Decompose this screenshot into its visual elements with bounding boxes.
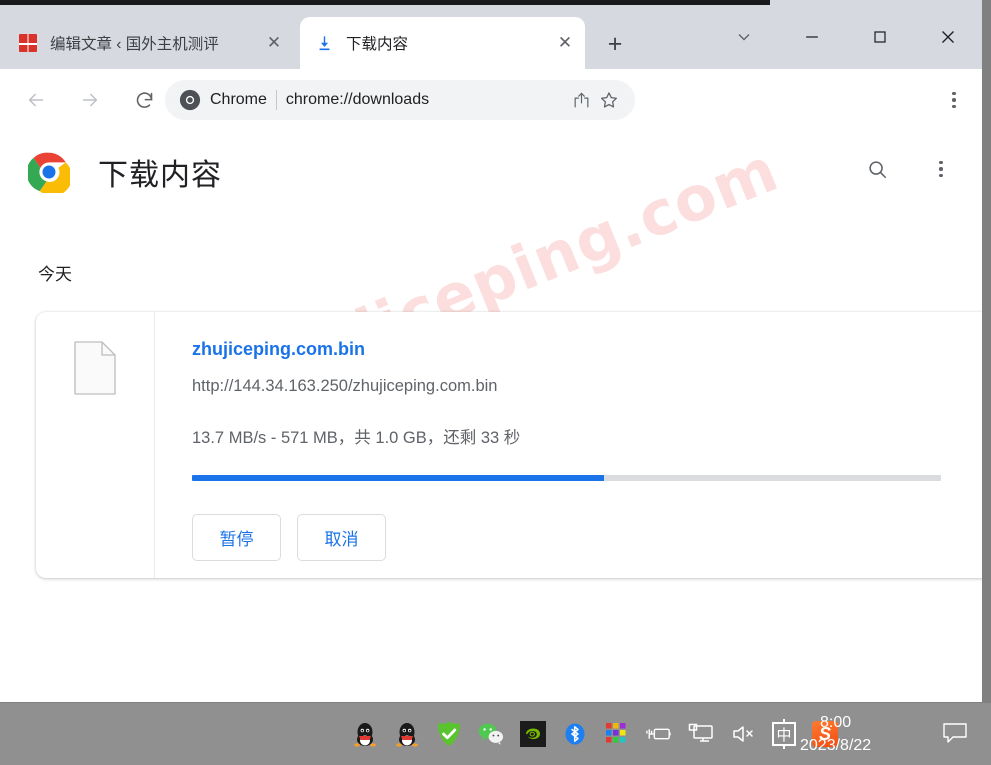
- qq-secondary-icon[interactable]: [394, 721, 420, 747]
- battery-icon[interactable]: [646, 721, 672, 747]
- download-filename-link[interactable]: zhujiceping.com.bin: [192, 339, 365, 360]
- generic-file-icon: [74, 341, 116, 395]
- reload-button[interactable]: [122, 78, 166, 122]
- new-tab-button[interactable]: +: [598, 27, 632, 61]
- windows-taskbar: 中 S 8:00 2023/8/22: [0, 703, 991, 765]
- tab-title: 下载内容: [346, 36, 409, 53]
- download-item-details: zhujiceping.com.bin http://144.34.163.25…: [155, 312, 982, 578]
- clock-time: 8:00: [820, 713, 852, 731]
- download-icon: [314, 33, 334, 53]
- tab-edit-article[interactable]: 编辑文章 ‹ 国外主机测评 ✕: [4, 17, 294, 69]
- download-action-buttons: 暂停 取消: [192, 514, 982, 561]
- section-header-today: 今天: [38, 265, 72, 284]
- red-seal-favicon: [18, 33, 38, 53]
- browser-toolbar: Chrome chrome://downloads: [0, 69, 982, 131]
- bluetooth-icon[interactable]: [562, 721, 588, 747]
- download-file-icon-column: [36, 312, 155, 578]
- share-icon[interactable]: [567, 86, 595, 114]
- antivirus-shield-icon[interactable]: [436, 721, 462, 747]
- nvidia-icon[interactable]: [520, 721, 546, 747]
- tab-downloads[interactable]: 下载内容 ✕: [300, 17, 585, 69]
- download-status-text: 13.7 MB/s - 571 MB，共 1.0 GB，还剩 33 秒: [192, 429, 521, 447]
- taskbar-clock[interactable]: 8:00 2023/8/22: [800, 703, 871, 765]
- downloads-header: 下载内容: [0, 131, 982, 213]
- forward-button[interactable]: [68, 78, 112, 122]
- chrome-logo-icon: [26, 151, 73, 197]
- downloads-menu-button[interactable]: [921, 149, 961, 189]
- browser-menu-button[interactable]: [935, 81, 973, 119]
- three-dot-menu-icon: [952, 91, 956, 109]
- ime-indicator[interactable]: 中: [772, 719, 796, 749]
- notification-icon[interactable]: [941, 721, 969, 745]
- wechat-icon[interactable]: [478, 721, 504, 747]
- download-progress-fill: [192, 475, 604, 481]
- minimize-button[interactable]: [778, 9, 846, 65]
- tab-close-icon[interactable]: ✕: [551, 29, 579, 57]
- back-button[interactable]: [14, 78, 58, 122]
- maximize-button[interactable]: [846, 9, 914, 65]
- three-dot-menu-icon: [939, 160, 943, 178]
- downloads-header-actions: [857, 149, 961, 189]
- window-controls: [710, 5, 982, 69]
- system-tray: 中 S: [352, 703, 838, 765]
- color-squares-icon[interactable]: [604, 721, 630, 747]
- star-icon[interactable]: [595, 86, 623, 114]
- chrome-logo-icon: [179, 89, 201, 111]
- omnibox-url-text: chrome://downloads: [285, 91, 430, 108]
- tab-title: 编辑文章 ‹ 国外主机测评: [50, 36, 219, 53]
- omnibox-chip-label: Chrome: [210, 91, 267, 108]
- tab-search-chevron-down-icon[interactable]: [710, 9, 778, 65]
- address-bar[interactable]: Chrome chrome://downloads: [165, 80, 635, 120]
- clock-date: 2023/8/22: [800, 737, 872, 754]
- download-progress-bar: [192, 475, 941, 481]
- search-icon[interactable]: [857, 149, 897, 189]
- volume-muted-icon[interactable]: [730, 721, 756, 747]
- page-title: 下载内容: [98, 159, 222, 192]
- chrome-browser-window: 编辑文章 ‹ 国外主机测评 ✕ 下载内容 ✕ + Chrome chrome:/…: [0, 0, 983, 703]
- tab-close-icon[interactable]: ✕: [260, 29, 288, 57]
- pause-download-button[interactable]: 暂停: [192, 514, 281, 561]
- display-icon[interactable]: [688, 721, 714, 747]
- close-button[interactable]: [914, 9, 982, 65]
- omnibox-divider: [275, 90, 277, 110]
- downloads-page: zhujiceping.com 下载内容 今天 zhujiceping.com.…: [0, 131, 982, 702]
- download-item-card: zhujiceping.com.bin http://144.34.163.25…: [36, 312, 982, 578]
- qq-icon[interactable]: [352, 721, 378, 747]
- cancel-download-button[interactable]: 取消: [297, 514, 386, 561]
- download-source-url: http://144.34.163.250/zhujiceping.com.bi…: [192, 377, 498, 395]
